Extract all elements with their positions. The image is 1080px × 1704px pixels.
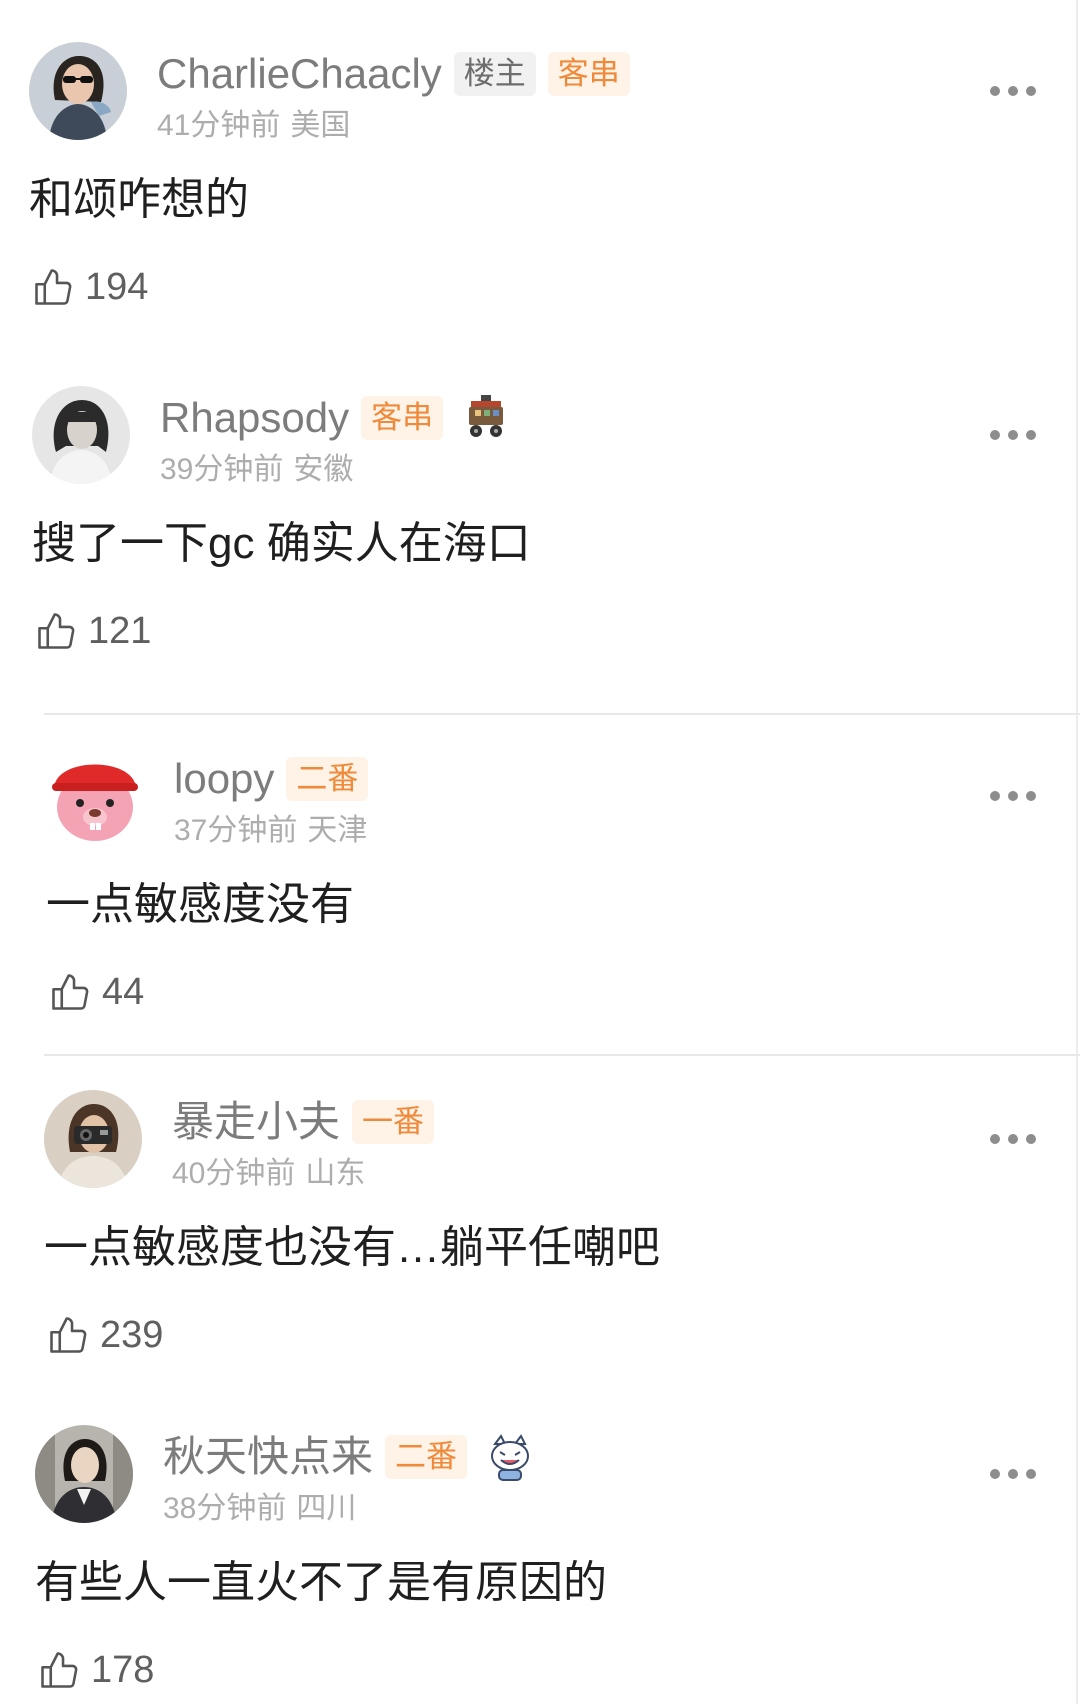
more-dots-icon[interactable] (990, 1125, 1036, 1153)
avatar[interactable] (46, 747, 144, 845)
like-button[interactable]: 121 (34, 608, 151, 654)
thumbs-up-icon (35, 269, 72, 305)
like-count: 121 (88, 610, 152, 652)
comment-meta: 39分钟前 安徽 (160, 452, 353, 488)
like-count: 194 (85, 266, 149, 308)
like-button[interactable]: 239 (46, 1312, 163, 1358)
role-badge: 二番 (385, 1435, 468, 1479)
comment-time: 37分钟前 (174, 814, 298, 847)
avatar[interactable] (35, 1425, 133, 1523)
comment-location: 山东 (305, 1157, 366, 1190)
comment-text: 一点敏感度没有 (46, 880, 354, 929)
thumbs-up-icon (50, 1317, 87, 1353)
comment-item: 暴走小夫 一番 40分钟前 山东 一点敏感度也没有…躺平任嘲吧 239 (44, 1090, 1080, 1356)
author-name[interactable]: 暴走小夫 (172, 1097, 340, 1147)
divider (44, 713, 1080, 715)
owner-badge: 楼主 (453, 52, 536, 96)
like-count: 239 (100, 1314, 164, 1356)
comment-text: 一点敏感度也没有…躺平任嘲吧 (44, 1223, 660, 1272)
comment-time: 40分钟前 (172, 1157, 296, 1190)
author-name[interactable]: loopy (174, 754, 274, 804)
like-button[interactable]: 44 (48, 969, 144, 1015)
comment-text: 有些人一直火不了是有原因的 (35, 1558, 607, 1607)
comment-location: 四川 (296, 1492, 357, 1525)
avatar[interactable] (32, 386, 130, 484)
cat-sticker-icon (491, 1434, 530, 1481)
comment-meta: 41分钟前 美国 (157, 108, 350, 144)
comment-location: 安徽 (293, 453, 354, 486)
author-row: loopy 二番 (174, 754, 369, 804)
comment-meta: 40分钟前 山东 (172, 1156, 365, 1192)
comment-item: 秋天快点来 二番 38分钟前 四川 有些人一直火不了是有原因的 178 (35, 1425, 1080, 1691)
comment-location: 天津 (307, 814, 368, 847)
like-count: 44 (102, 971, 145, 1013)
author-row: 暴走小夫 一番 (172, 1097, 435, 1147)
comment-text: 和颂咋想的 (29, 175, 249, 224)
avatar[interactable] (44, 1090, 142, 1188)
author-row: 秋天快点来 二番 (163, 1432, 535, 1482)
author-row: Rhapsody 客串 (160, 393, 511, 443)
comment-time: 38分钟前 (163, 1492, 287, 1525)
like-button[interactable]: 178 (37, 1647, 154, 1693)
author-row: CharlieChaacly 楼主 客串 (157, 49, 630, 99)
comment-item: CharlieChaacly 楼主 客串 41分钟前 美国 和颂咋想的 194 (29, 42, 1080, 308)
comment-item: loopy 二番 37分钟前 天津 一点敏感度没有 44 (46, 747, 1080, 1013)
thumbs-up-icon (52, 974, 89, 1010)
cart-sticker-icon (469, 395, 504, 437)
more-dots-icon[interactable] (990, 1460, 1036, 1488)
thumbs-up-icon (41, 1652, 78, 1688)
role-badge: 客串 (547, 52, 630, 96)
like-button[interactable]: 194 (31, 264, 148, 310)
like-count: 178 (91, 1649, 155, 1691)
comment-time: 39分钟前 (160, 453, 284, 486)
author-name[interactable]: 秋天快点来 (163, 1432, 373, 1482)
comment-meta: 38分钟前 四川 (163, 1491, 356, 1527)
comment-meta: 37分钟前 天津 (174, 813, 367, 849)
comment-time: 41分钟前 (157, 109, 281, 142)
author-name[interactable]: CharlieChaacly (157, 49, 442, 99)
role-badge: 客串 (361, 396, 444, 440)
more-dots-icon[interactable] (990, 782, 1036, 810)
comment-location: 美国 (290, 109, 351, 142)
role-badge: 一番 (352, 1100, 435, 1144)
more-dots-icon[interactable] (990, 77, 1036, 105)
divider (44, 1054, 1080, 1056)
comment-item: Rhapsody 客串 39分钟前 安徽 搜了一下gc 确实人在海口 121 (32, 386, 1080, 652)
thumbs-up-icon (38, 613, 75, 649)
comment-text: 搜了一下gc 确实人在海口 (32, 519, 531, 568)
more-dots-icon[interactable] (990, 421, 1036, 449)
author-name[interactable]: Rhapsody (160, 393, 349, 443)
avatar[interactable] (29, 42, 127, 140)
role-badge: 二番 (286, 757, 369, 801)
